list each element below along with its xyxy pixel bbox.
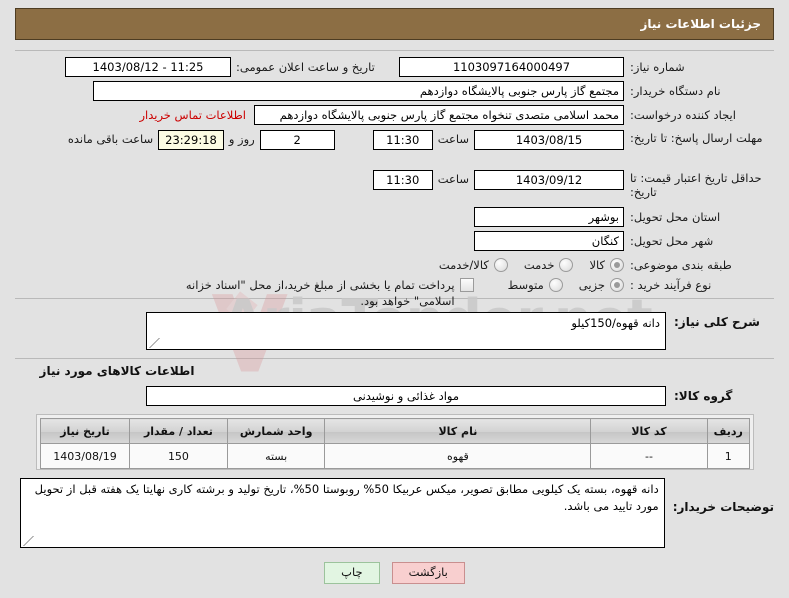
need-number-value: 1103097164000497 — [399, 57, 624, 77]
page-title: جزئیات اطلاعات نیاز — [640, 17, 761, 31]
buyer-notes-section: توضیحات خریدار: دانه قهوه، بسته یک کیلوی… — [15, 478, 774, 548]
radio-label-kala-khedmat: کالا/خدمت — [438, 258, 489, 272]
answer-deadline-label: مهلت ارسال پاسخ: تا تاریخ: — [630, 131, 763, 145]
treasury-bond-checkbox-group[interactable]: پرداخت تمام یا بخشی از مبلغ خرید،از محل … — [144, 278, 474, 309]
goods-section-heading-wrap: اطلاعات کالاهای مورد نیاز — [15, 364, 774, 378]
subject-category-label: طبقه بندی موضوعی: — [630, 257, 732, 272]
cell-vahed: بسته — [226, 443, 326, 469]
col-vahed: واحد شمارش — [226, 418, 326, 444]
col-kod-kala: کد کالا — [590, 418, 708, 444]
need-details-form: شماره نیاز: 1103097164000497 تاریخ و ساع… — [15, 56, 774, 311]
answer-deadline-date: 1403/08/15 — [474, 130, 624, 150]
remaining-countdown: 23:29:18 — [158, 130, 224, 150]
buyer-org-label: نام دستگاه خریدار: — [630, 83, 721, 98]
col-tarikh: تاریخ نیاز — [40, 418, 130, 444]
price-validity-time: 11:30 — [372, 170, 433, 190]
row-price-validity: حداقل تاریخ اعتبار قیمت: تا تاریخ: 1403/… — [15, 168, 774, 204]
remaining-days-value: 2 — [259, 130, 335, 150]
resize-handle-icon-notes[interactable] — [23, 536, 33, 546]
col-nam-kala: نام کالا — [324, 418, 592, 444]
radio-option-jozei[interactable]: جزیی — [579, 278, 624, 292]
goods-group-value: مواد غذائی و نوشیدنی — [146, 386, 666, 406]
remaining-hours-label: ساعت باقی مانده — [67, 132, 154, 146]
cell-radif: 1 — [706, 443, 751, 469]
buyer-org-value: مجتمع گاز پارس جنوبی پالایشگاه دوازدهم — [93, 81, 624, 101]
table-header-row: ردیف کد کالا نام کالا واحد شمارش تعداد /… — [40, 418, 751, 444]
divider-top — [15, 50, 774, 51]
answer-deadline-time: 11:30 — [372, 130, 433, 150]
goods-section-heading: اطلاعات کالاهای مورد نیاز — [39, 364, 195, 378]
row-purchase-process: نوع فرآیند خرید : جزیی متوسط پرداخت تمام… — [15, 278, 774, 309]
goods-group-label: گروه کالا: — [674, 389, 733, 403]
divider-goods — [15, 358, 774, 359]
remaining-days-label: روز و — [228, 132, 255, 146]
radio-option-kala[interactable]: کالا — [589, 258, 624, 272]
buyer-contact-link[interactable]: اطلاعات تماس خریدار — [139, 108, 254, 122]
page-root: AriaTender.net جزئیات اطلاعات نیاز شماره… — [0, 0, 789, 598]
price-validity-date: 1403/09/12 — [474, 170, 624, 190]
radio-label-khedmat: خدمت — [523, 258, 555, 272]
price-validity-time-label: ساعت — [437, 172, 469, 186]
resize-handle-icon[interactable] — [149, 338, 159, 348]
radio-label-kala: کالا — [589, 258, 605, 272]
cell-tedad: 150 — [129, 443, 228, 469]
row-subject-category: طبقه بندی موضوعی: کالا خدمت کالا/خدمت — [15, 254, 774, 276]
radio-label-motevaset: متوسط — [507, 278, 544, 292]
buyer-notes-text: دانه قهوه، بسته یک کیلویی مطابق تصویر، م… — [34, 482, 659, 513]
delivery-city-value: کنگان — [474, 231, 624, 251]
need-number-label: شماره نیاز: — [630, 59, 685, 74]
radio-option-motevaset[interactable]: متوسط — [508, 278, 563, 292]
general-description-value: دانه قهوه/150کیلو — [146, 312, 666, 350]
radio-icon-kala[interactable] — [610, 258, 624, 272]
page-title-bar: جزئیات اطلاعات نیاز — [15, 8, 774, 40]
general-description-label: شرح کلی نیاز: — [674, 315, 760, 329]
answer-deadline-time-label: ساعت — [437, 132, 469, 146]
print-button[interactable]: چاپ — [324, 562, 380, 584]
price-validity-label: حداقل تاریخ اعتبار قیمت: تا تاریخ: — [630, 171, 762, 200]
general-description-text: دانه قهوه/150کیلو — [571, 316, 660, 330]
purchase-process-label: نوع فرآیند خرید : — [630, 278, 712, 292]
radio-icon-khedmat[interactable] — [559, 258, 574, 272]
radio-option-kala-khedmat[interactable]: کالا/خدمت — [439, 258, 508, 272]
buyer-notes-label: توضیحات خریدار: — [672, 500, 774, 514]
row-answer-deadline: مهلت ارسال پاسخ: تا تاریخ: 1403/08/15 سا… — [15, 128, 774, 166]
requester-label: ایجاد کننده درخواست: — [630, 107, 736, 122]
requester-value: محمد اسلامی متصدی تنخواه مجتمع گاز پارس … — [254, 105, 624, 125]
cell-nam-kala: قهوه — [324, 443, 592, 469]
radio-label-jozei: جزیی — [578, 278, 605, 292]
buyer-notes-value: دانه قهوه، بسته یک کیلویی مطابق تصویر، م… — [19, 478, 665, 548]
delivery-city-label: شهر محل تحویل: — [630, 233, 714, 248]
goods-table: ردیف کد کالا نام کالا واحد شمارش تعداد /… — [40, 418, 751, 469]
public-announce-value: 11:25 - 1403/08/12 — [65, 57, 231, 77]
radio-icon-motevaset[interactable] — [548, 278, 563, 292]
delivery-province-label: استان محل تحویل: — [630, 209, 721, 224]
col-radif: ردیف — [706, 418, 751, 444]
public-announce-label: تاریخ و ساعت اعلان عمومی: — [236, 60, 375, 74]
cell-kod-kala: -- — [590, 443, 708, 469]
action-buttons: بازگشت چاپ — [0, 562, 789, 584]
treasury-bond-checkbox[interactable] — [459, 278, 474, 292]
row-delivery-province: استان محل تحویل: بوشهر — [15, 206, 774, 228]
treasury-bond-label: پرداخت تمام یا بخشی از مبلغ خرید،از محل … — [185, 278, 455, 308]
row-need-number: شماره نیاز: 1103097164000497 تاریخ و ساع… — [15, 56, 774, 78]
col-tedad: تعداد / مقدار — [129, 418, 228, 444]
row-buyer-org: نام دستگاه خریدار: مجتمع گاز پارس جنوبی … — [15, 80, 774, 102]
row-requester: ایجاد کننده درخواست: محمد اسلامی متصدی ت… — [15, 104, 774, 126]
radio-icon-jozei[interactable] — [610, 278, 624, 292]
cell-tarikh: 1403/08/19 — [40, 443, 130, 469]
back-button[interactable]: بازگشت — [391, 562, 465, 584]
radio-icon-kala-khedmat[interactable] — [493, 258, 508, 272]
goods-group-row: گروه کالا: مواد غذائی و نوشیدنی — [15, 386, 774, 406]
table-row: 1 -- قهوه بسته 150 1403/08/19 — [40, 443, 751, 469]
radio-option-khedmat[interactable]: خدمت — [524, 258, 574, 272]
row-delivery-city: شهر محل تحویل: کنگان — [15, 230, 774, 252]
delivery-province-value: بوشهر — [474, 207, 624, 227]
general-description-section: شرح کلی نیاز: دانه قهوه/150کیلو — [15, 312, 774, 350]
